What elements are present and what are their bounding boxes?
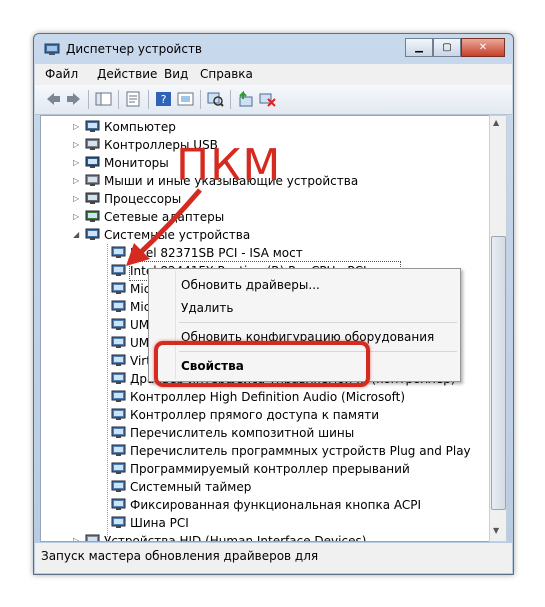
annotation-arrow bbox=[126, 188, 202, 266]
